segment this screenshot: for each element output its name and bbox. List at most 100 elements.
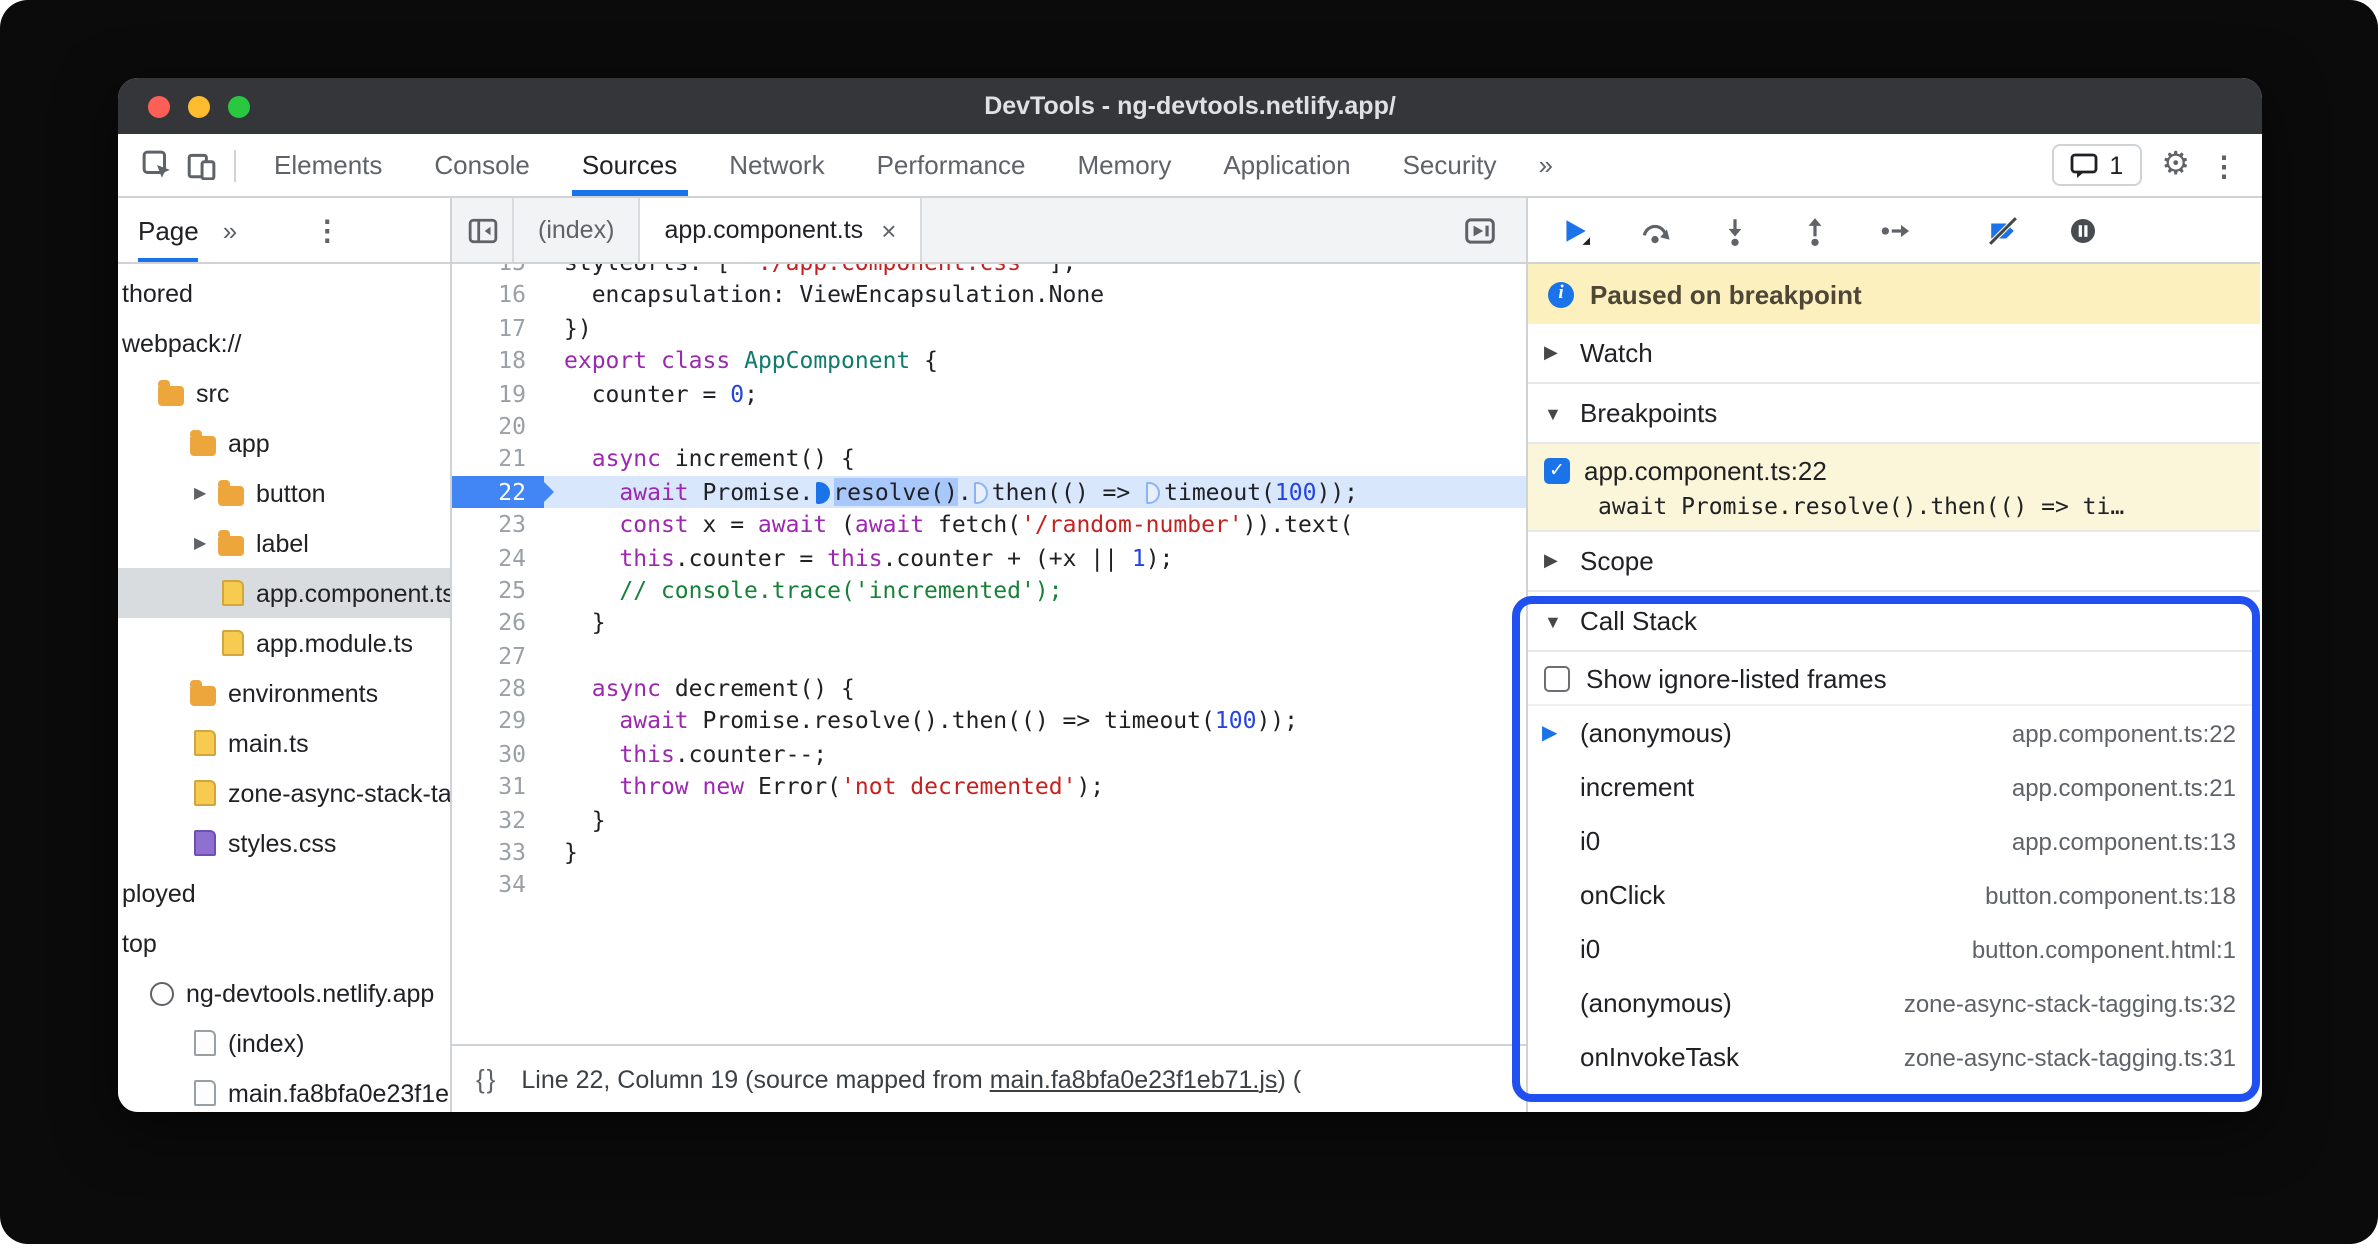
line-number[interactable]: 19 — [452, 377, 544, 410]
tab-sources[interactable]: Sources — [556, 134, 703, 196]
more-panels-chevron[interactable]: » — [1523, 150, 1569, 180]
paused-message: Paused on breakpoint — [1590, 279, 1862, 309]
line-number[interactable]: 21 — [452, 443, 544, 476]
tab-memory[interactable]: Memory — [1051, 134, 1197, 196]
call-stack-frame[interactable]: ▶ (anonymous) app.component.ts:22 — [1528, 706, 2260, 760]
tab-application[interactable]: Application — [1197, 134, 1376, 196]
disclosure-arrow-icon[interactable]: ▶ — [194, 484, 218, 502]
line-number[interactable]: 20 — [452, 410, 544, 443]
section-breakpoints[interactable]: ▼ Breakpoints — [1528, 384, 2260, 444]
call-stack-frame[interactable]: (anonymous) zone-async-stack-tagging.ts:3… — [1528, 976, 2260, 1030]
call-stack-frame[interactable]: onInvokeTask zone-async-stack-tagging.ts:… — [1528, 1030, 2260, 1084]
toggle-navigator-icon[interactable] — [452, 198, 512, 262]
tree-item--index-[interactable]: (index) — [118, 1018, 450, 1068]
tree-item-styles-css[interactable]: styles.css — [118, 818, 450, 868]
minimize-window-button[interactable] — [188, 95, 210, 117]
breakpoint-checkbox[interactable]: ✓ — [1544, 458, 1570, 484]
line-number[interactable]: 18 — [452, 344, 544, 377]
close-window-button[interactable] — [148, 95, 170, 117]
device-toolbar-icon[interactable] — [178, 143, 222, 187]
tree-item-label: ployed — [122, 879, 196, 907]
line-number[interactable]: 25 — [452, 574, 544, 607]
tree-item-label[interactable]: ▶ label — [118, 518, 450, 568]
inspect-icon[interactable] — [134, 143, 178, 187]
tree-item-top[interactable]: top — [118, 918, 450, 968]
tree-item-ng-devtools-netlify-app[interactable]: ng-devtools.netlify.app — [118, 968, 450, 1018]
tree-item-app-module-ts[interactable]: app.module.ts — [118, 618, 450, 668]
step-into-icon[interactable] — [1712, 208, 1756, 252]
tree-item-webpack-[interactable]: webpack:// — [118, 318, 450, 368]
line-number[interactable]: 30 — [452, 738, 544, 771]
disclosure-arrow-icon[interactable]: ▶ — [194, 534, 218, 552]
code-text: const x = await (await fetch('/random-nu… — [544, 508, 1353, 541]
section-call-stack[interactable]: ▼ Call Stack — [1528, 592, 2260, 652]
line-number[interactable]: 32 — [452, 803, 544, 836]
tree-item-zone-async-stack-ta[interactable]: zone-async-stack-ta — [118, 768, 450, 818]
tab-network[interactable]: Network — [703, 134, 850, 196]
step-out-icon[interactable] — [1792, 208, 1836, 252]
pause-on-exceptions-icon[interactable] — [2060, 208, 2104, 252]
call-stack-frame[interactable]: i0 app.component.ts:13 — [1528, 814, 2260, 868]
step-over-icon[interactable] — [1632, 208, 1676, 252]
tree-item-app-component-ts[interactable]: app.component.ts — [118, 568, 450, 618]
editor-tab-app-component-ts[interactable]: app.component.ts × — [640, 198, 923, 262]
pretty-print-icon[interactable]: {} — [476, 1064, 497, 1094]
tree-item-thored[interactable]: thored — [118, 268, 450, 318]
tree-item-main-fa8bfa0e23f1eb[interactable]: main.fa8bfa0e23f1eb — [118, 1068, 450, 1112]
issues-button[interactable]: 1 — [2051, 144, 2142, 186]
tree-item-src[interactable]: src — [118, 368, 450, 418]
line-number[interactable]: 29 — [452, 705, 544, 738]
tab-elements[interactable]: Elements — [248, 134, 408, 196]
resume-script-icon[interactable] — [1552, 208, 1596, 252]
line-number[interactable]: 27 — [452, 639, 544, 672]
call-stack-frame[interactable]: i0 button.component.html:1 — [1528, 922, 2260, 976]
line-number[interactable]: 15 — [452, 264, 544, 279]
kebab-menu-icon[interactable]: ⋮ — [2210, 151, 2238, 179]
editor-tab-index[interactable]: (index) — [512, 198, 641, 262]
line-number[interactable]: 26 — [452, 607, 544, 640]
tab-console[interactable]: Console — [408, 134, 555, 196]
line-number[interactable]: 33 — [452, 836, 544, 869]
section-watch[interactable]: ▶ Watch — [1528, 324, 2260, 384]
line-number[interactable]: 24 — [452, 541, 544, 574]
disclosure-triangle-icon[interactable]: ▼ — [1544, 611, 1566, 631]
disclosure-triangle-icon[interactable]: ▼ — [1544, 403, 1566, 423]
tab-page[interactable]: Page — [138, 198, 200, 262]
line-number[interactable]: 17 — [452, 312, 544, 345]
debug-overlay-icon[interactable] — [1450, 215, 1510, 245]
settings-gear-icon[interactable]: ⚙ — [2161, 148, 2190, 181]
step-icon[interactable] — [1872, 208, 1916, 252]
section-scope[interactable]: ▶ Scope — [1528, 532, 2260, 592]
navigator-more-tabs-chevron[interactable]: » — [223, 215, 237, 245]
deactivate-breakpoints-icon[interactable] — [1980, 208, 2024, 252]
async-step-marker-icon[interactable] — [973, 481, 988, 504]
tab-performance[interactable]: Performance — [851, 134, 1052, 196]
tree-item-ployed[interactable]: ployed — [118, 868, 450, 918]
ignore-listed-checkbox[interactable] — [1544, 665, 1570, 691]
source-map-link[interactable]: main.fa8bfa0e23f1eb71.js — [990, 1065, 1278, 1093]
frame-name: i0 — [1580, 934, 1601, 964]
async-step-marker-icon[interactable] — [815, 481, 830, 504]
disclosure-triangle-icon[interactable]: ▶ — [1544, 342, 1566, 364]
tree-item-app[interactable]: app — [118, 418, 450, 468]
line-number[interactable]: 28 — [452, 672, 544, 705]
tab-security[interactable]: Security — [1377, 134, 1523, 196]
line-number[interactable]: 16 — [452, 279, 544, 312]
navigator-kebab-menu-icon[interactable]: ⋮ — [313, 216, 341, 244]
tree-item-button[interactable]: ▶ button — [118, 468, 450, 518]
disclosure-triangle-icon[interactable]: ▶ — [1544, 550, 1566, 572]
tree-item-environments[interactable]: environments — [118, 668, 450, 718]
code-token: this — [827, 543, 883, 572]
close-tab-icon[interactable]: × — [881, 215, 896, 245]
line-number[interactable]: 23 — [452, 508, 544, 541]
tree-item-main-ts[interactable]: main.ts — [118, 718, 450, 768]
code-token: counter = — [564, 379, 731, 408]
line-number[interactable]: 22 — [452, 475, 554, 509]
breakpoint-entry[interactable]: ✓ app.component.ts:22 await Promise.reso… — [1528, 444, 2260, 532]
call-stack-frame[interactable]: onClick button.component.ts:18 — [1528, 868, 2260, 922]
zoom-window-button[interactable] — [228, 95, 250, 117]
call-stack-frame[interactable]: increment app.component.ts:21 — [1528, 760, 2260, 814]
line-number[interactable]: 34 — [452, 869, 544, 902]
async-step-marker-icon[interactable] — [1146, 481, 1161, 504]
line-number[interactable]: 31 — [452, 771, 544, 804]
